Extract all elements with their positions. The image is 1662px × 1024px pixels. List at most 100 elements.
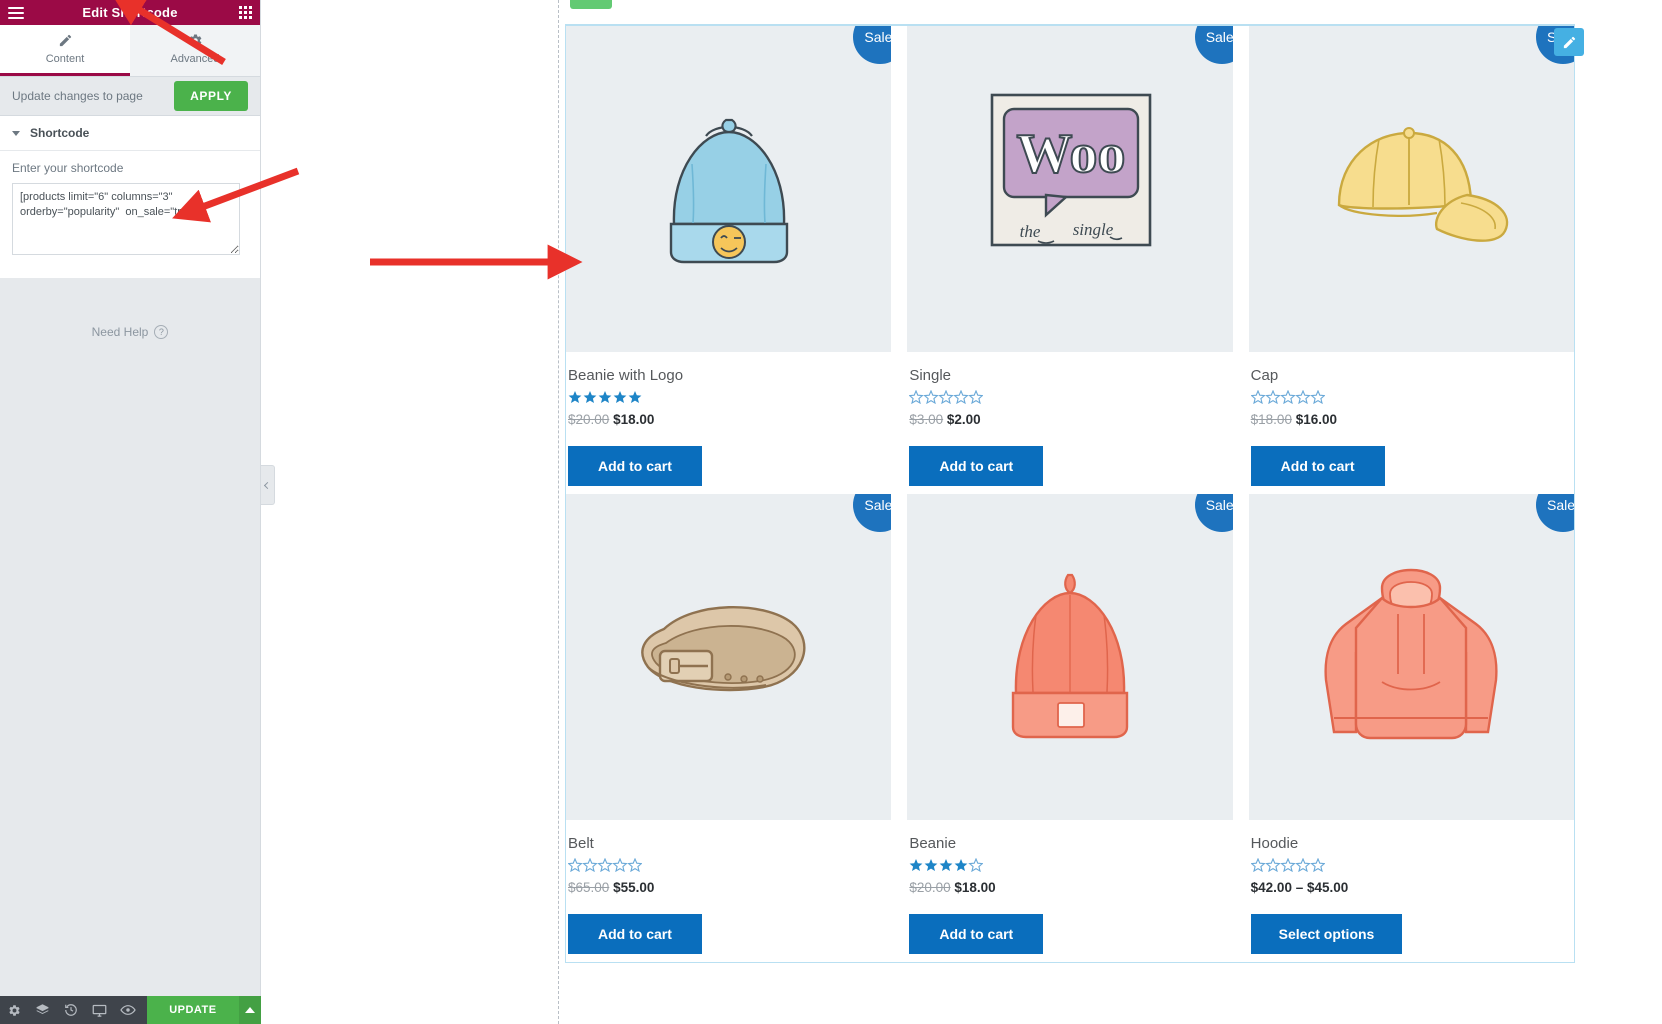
product-image[interactable]: Sale! [566,494,892,820]
brown-leather-belt-illustration [640,605,806,692]
product-image[interactable]: Sale! [1248,26,1574,352]
new-price: $18.00 [613,412,655,427]
product-card[interactable]: Sale! [1248,494,1574,962]
apply-button[interactable]: APPLY [174,81,248,111]
svg-text:the: the [1020,222,1041,241]
sale-badge: Sale! [1194,26,1233,64]
old-price: $20.00 [568,412,610,427]
hamburger-icon[interactable] [8,6,24,19]
add-to-cart-button[interactable]: Add to cart [1250,446,1385,486]
panel-tabs: Content Advanced [0,25,260,77]
sale-badge: Sale! [853,26,892,64]
product-image[interactable]: Sale! [566,26,892,352]
add-to-cart-button[interactable]: Add to cart [909,914,1044,954]
product-image[interactable]: Sale! [1248,494,1574,820]
product-card[interactable]: Sale! Beanie [907,494,1233,962]
product-price: $20.00 $18.00 [909,880,1232,895]
products-grid: Sale! [566,26,1574,962]
section-add-tab[interactable] [570,0,612,9]
chevron-left-icon [263,481,272,489]
add-to-cart-button[interactable]: Add to cart [568,914,702,954]
product-image[interactable]: Sale! [907,494,1233,820]
red-beanie-illustration [1011,573,1129,739]
elementor-panel: Edit Shortcode Content Advanced Update c… [0,0,262,1024]
old-price: $3.00 [909,412,944,427]
update-caret-icon[interactable] [238,996,262,1024]
product-rating [568,857,891,873]
new-price: $55.00 [613,880,655,895]
product-card[interactable]: Sale! [566,26,892,494]
price-range: $42.00 – $45.00 [1250,880,1349,895]
grid-icon[interactable] [239,6,252,19]
update-button[interactable]: UPDATE [147,996,239,1024]
gear-icon[interactable] [0,996,28,1024]
preview-canvas: Sale! [261,0,1662,1024]
old-price: $18.00 [1250,412,1292,427]
tab-content[interactable]: Content [0,25,130,76]
new-price: $18.00 [954,880,996,895]
product-rating [909,857,1232,873]
need-help-link[interactable]: Need Help ? [0,325,260,339]
apply-row-label: Update changes to page [12,89,143,103]
history-icon[interactable] [57,996,85,1024]
canvas-dashed-guide [558,0,559,1024]
gear-icon [188,33,203,48]
shortcode-field-label: Enter your shortcode [12,161,124,175]
product-card[interactable]: Sale! Belt [566,494,892,962]
shortcode-field-area: Enter your shortcode [0,151,260,278]
new-price: $2.00 [946,412,981,427]
sale-badge: Sale! [853,494,892,532]
product-card[interactable]: Sale! Cap [1248,26,1574,494]
question-mark-icon: ? [154,325,169,339]
svg-text:Woo: Woo [1017,123,1126,185]
tab-content-label: Content [45,53,85,65]
product-name[interactable]: Cap [1251,367,1574,384]
new-price: $16.00 [1295,412,1338,427]
product-price: $65.00 $55.00 [568,880,891,895]
product-price: $18.00 $16.00 [1251,412,1574,427]
product-name[interactable]: Belt [568,835,891,852]
shortcode-section-header[interactable]: Shortcode [0,116,260,151]
product-price: $20.00 $18.00 [568,412,891,427]
layers-icon[interactable] [28,996,56,1024]
canvas-left-gutter [261,0,558,1024]
svg-text:single: single [1073,220,1114,239]
pink-hoodie-illustration [1324,568,1498,740]
product-name[interactable]: Beanie [909,835,1232,852]
caret-down-icon [12,130,20,136]
product-rating [1250,857,1574,873]
need-help-label: Need Help [91,325,149,339]
product-price: $3.00 $2.00 [909,412,1232,427]
product-name[interactable]: Hoodie [1251,835,1574,852]
panel-title: Edit Shortcode [82,5,178,20]
product-rating [568,389,891,405]
apply-changes-row: Update changes to page APPLY [0,77,260,116]
pencil-edit-icon[interactable] [1554,28,1584,56]
product-rating [909,389,1232,405]
panel-footer: UPDATE [0,996,262,1024]
blue-beanie-with-smiley-logo-illustration [669,118,788,264]
product-name[interactable]: Single [909,367,1232,384]
tab-advanced-label: Advanced [170,53,220,65]
yellow-baseball-cap-illustration [1338,127,1509,242]
product-image[interactable]: Sale! Woo the single [907,26,1233,352]
add-to-cart-button[interactable]: Add to cart [909,446,1044,486]
panel-header: Edit Shortcode [0,0,260,25]
product-card[interactable]: Sale! Woo the single Single [907,26,1233,494]
sale-badge: Sale! [1194,494,1233,532]
tab-advanced[interactable]: Advanced [130,25,260,76]
preview-eye-icon[interactable] [114,996,142,1024]
product-name[interactable]: Beanie with Logo [568,367,891,384]
products-section: Sale! [565,24,1584,963]
panel-empty-area: Need Help ? [0,278,260,936]
panel-collapse-handle[interactable] [261,465,275,505]
responsive-mode-icon[interactable] [85,996,113,1024]
product-rating [1250,389,1574,405]
add-to-cart-button[interactable]: Add to cart [568,446,702,486]
old-price: $65.00 [568,880,610,895]
select-options-button[interactable]: Select options [1250,914,1403,954]
old-price: $20.00 [909,880,951,895]
pencil-icon [58,33,73,48]
shortcode-input[interactable] [12,183,240,255]
sale-badge: Sale! [1536,494,1574,532]
